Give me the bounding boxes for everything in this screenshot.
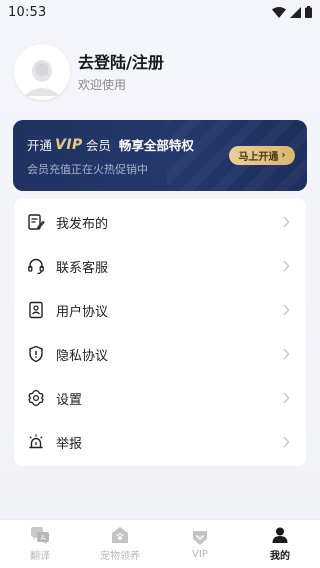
menu-item-my-posts[interactable]: 我发布的 — [14, 200, 306, 244]
menu-item-label: 隐私协议 — [56, 348, 109, 364]
login-register-link[interactable]: 去登陆/注册 — [78, 52, 164, 74]
tab-vip[interactable]: VIP — [160, 520, 240, 568]
battery-icon — [305, 6, 312, 18]
chevron-right-icon — [283, 436, 290, 448]
vip-heart-icon — [191, 528, 209, 546]
tab-label: VIP — [192, 549, 208, 560]
privacy-shield-icon — [27, 345, 45, 363]
chevron-right-icon — [283, 348, 290, 360]
vip-member-text: 会员 — [85, 138, 111, 153]
welcome-text: 欢迎使用 — [78, 77, 127, 92]
menu-item-label: 我发布的 — [56, 216, 109, 232]
menu-item-label: 用户协议 — [56, 304, 109, 320]
tab-pet-adoption[interactable]: 宠物领养 — [80, 520, 160, 568]
menu-item-customer-service[interactable]: 联系客服 — [14, 244, 306, 288]
menu-item-privacy-policy[interactable]: 隐私协议 — [14, 332, 306, 376]
chevron-right-icon — [283, 304, 290, 316]
chevron-right-icon — [283, 392, 290, 404]
menu-item-report[interactable]: 举报 — [14, 420, 306, 464]
menu-item-label: 设置 — [56, 392, 83, 408]
user-agreement-icon — [27, 301, 45, 319]
edit-icon — [27, 213, 45, 231]
status-icons — [272, 6, 312, 18]
headset-icon — [27, 257, 45, 275]
vip-banner[interactable]: 开通 VIP 会员 畅享全部特权 会员充值正在火热促销中 马上开通 › — [13, 120, 307, 191]
chevron-right-icon: › — [281, 150, 286, 161]
tab-translate[interactable]: A 翻译 — [0, 520, 80, 568]
vip-headline: 开通 VIP 会员 畅享全部特权 — [27, 135, 194, 154]
alarm-icon — [27, 433, 45, 451]
tab-label: 我的 — [270, 551, 290, 562]
tab-label: 翻译 — [30, 551, 50, 562]
tab-mine[interactable]: 我的 — [240, 520, 320, 568]
wifi-icon — [272, 6, 286, 18]
vip-open-button-label: 马上开通 — [238, 152, 279, 163]
vip-open-button[interactable]: 马上开通 › — [229, 146, 295, 165]
menu-item-label: 举报 — [56, 436, 83, 452]
menu-item-user-agreement[interactable]: 用户协议 — [14, 288, 306, 332]
gear-icon — [27, 389, 45, 407]
status-bar: 10:53 — [0, 0, 320, 24]
translate-icon: A — [30, 526, 50, 544]
status-time: 10:53 — [8, 4, 47, 20]
vip-open-text: 开通 — [27, 138, 53, 153]
svg-text:A: A — [41, 534, 46, 542]
avatar[interactable] — [14, 44, 70, 100]
signal-icon — [290, 6, 301, 18]
profile-header[interactable]: 去登陆/注册 欢迎使用 — [14, 44, 306, 100]
default-avatar-icon — [14, 44, 70, 100]
menu-item-label: 联系客服 — [56, 260, 109, 276]
vip-badge: VIP — [55, 136, 83, 153]
profile-text: 去登陆/注册 欢迎使用 — [78, 52, 164, 93]
bottom-tab-bar: A 翻译 宠物领养 VIP 我的 — [0, 519, 320, 568]
chevron-right-icon — [283, 216, 290, 228]
menu-item-settings[interactable]: 设置 — [14, 376, 306, 420]
pet-house-icon — [111, 526, 129, 544]
vip-privilege-text: 畅享全部特权 — [118, 138, 194, 153]
tab-label: 宠物领养 — [100, 551, 140, 562]
chevron-right-icon — [283, 260, 290, 272]
menu-list: 我发布的 联系客服 用户协议 隐私协议 设置 举报 — [14, 199, 306, 466]
vip-promo-text: 会员充值正在火热促销中 — [27, 163, 148, 176]
person-icon — [271, 526, 289, 544]
